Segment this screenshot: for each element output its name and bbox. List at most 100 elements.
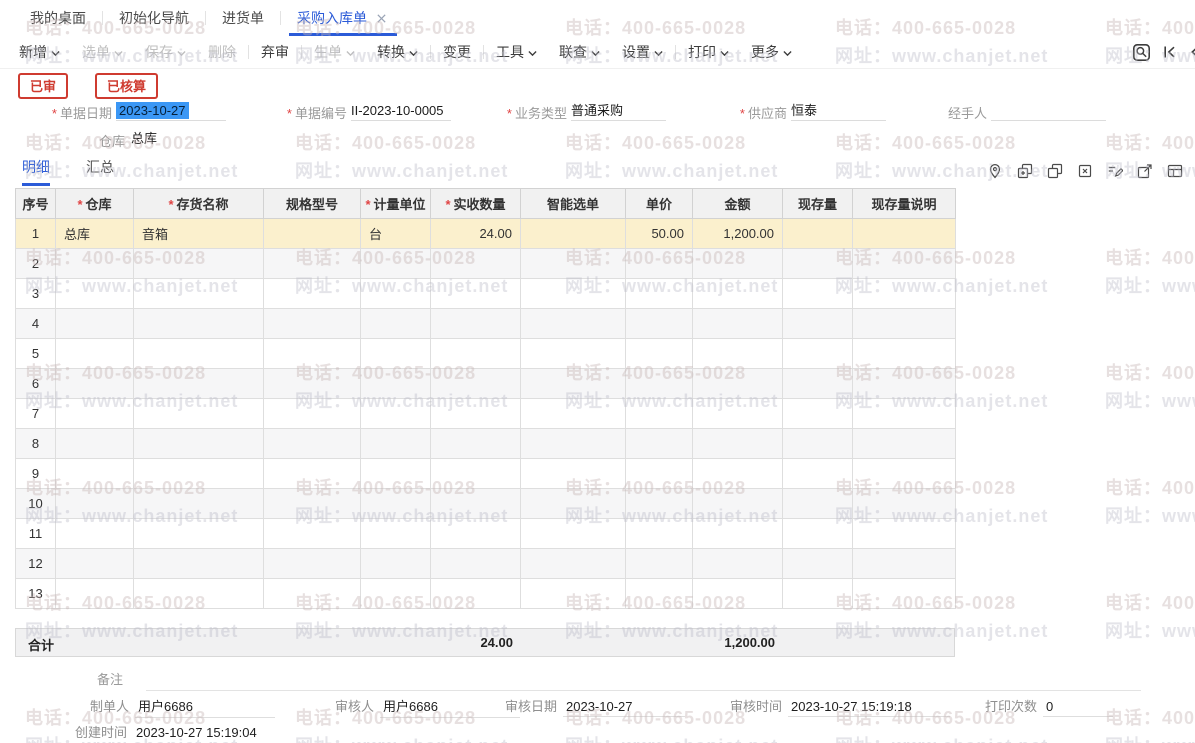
cell-amount[interactable]: [693, 309, 783, 339]
cell-spec[interactable]: [264, 369, 361, 399]
cell-spec[interactable]: [264, 279, 361, 309]
toolbar-item-save[interactable]: 保存: [145, 42, 186, 62]
cell-seq[interactable]: 12: [16, 549, 56, 579]
cell-smart[interactable]: [521, 519, 626, 549]
cell-stocknote[interactable]: [853, 519, 956, 549]
cell-item[interactable]: [134, 459, 264, 489]
cell-wh[interactable]: [56, 399, 134, 429]
cell-stock[interactable]: [783, 549, 853, 579]
cell-smart[interactable]: [521, 549, 626, 579]
cell-stock[interactable]: [783, 339, 853, 369]
cell-stock[interactable]: [783, 519, 853, 549]
cell-wh[interactable]: 总库: [56, 219, 134, 249]
cell-unit[interactable]: [361, 549, 431, 579]
cell-stock[interactable]: [783, 369, 853, 399]
toolbar-item-change[interactable]: 变更: [443, 42, 471, 62]
cell-price[interactable]: [626, 429, 693, 459]
cell-stocknote[interactable]: [853, 219, 956, 249]
cell-smart[interactable]: [521, 249, 626, 279]
cell-wh[interactable]: [56, 549, 134, 579]
cell-price[interactable]: [626, 399, 693, 429]
cell-unit[interactable]: [361, 399, 431, 429]
cell-stock[interactable]: [783, 399, 853, 429]
cell-smart[interactable]: [521, 219, 626, 249]
cell-amount[interactable]: [693, 489, 783, 519]
cell-stocknote[interactable]: [853, 249, 956, 279]
cell-amount[interactable]: [693, 429, 783, 459]
cell-wh[interactable]: [56, 429, 134, 459]
cell-spec[interactable]: [264, 549, 361, 579]
cell-seq[interactable]: 2: [16, 249, 56, 279]
cell-amount[interactable]: [693, 279, 783, 309]
cell-amount[interactable]: [693, 249, 783, 279]
cell-wh[interactable]: [56, 249, 134, 279]
toolbar-item-more[interactable]: 更多: [751, 42, 792, 62]
cell-seq[interactable]: 11: [16, 519, 56, 549]
cell-stocknote[interactable]: [853, 399, 956, 429]
remark-input[interactable]: [146, 668, 1141, 691]
field-supplier[interactable]: 恒泰: [791, 101, 886, 121]
cell-price[interactable]: 50.00: [626, 219, 693, 249]
cell-unit[interactable]: [361, 459, 431, 489]
cell-stock[interactable]: [783, 249, 853, 279]
cell-wh[interactable]: [56, 489, 134, 519]
cell-wh[interactable]: [56, 519, 134, 549]
cell-item[interactable]: 音箱: [134, 219, 264, 249]
cell-price[interactable]: [626, 279, 693, 309]
cell-stock[interactable]: [783, 489, 853, 519]
cell-stock[interactable]: [783, 279, 853, 309]
cell-qty[interactable]: [431, 309, 521, 339]
cell-qty[interactable]: [431, 249, 521, 279]
cell-qty[interactable]: [431, 369, 521, 399]
field-warehouse[interactable]: 总库: [131, 129, 241, 149]
cell-spec[interactable]: [264, 519, 361, 549]
cell-spec[interactable]: [264, 339, 361, 369]
cell-amount[interactable]: [693, 459, 783, 489]
toolbar-item-convert[interactable]: 转换: [377, 42, 418, 62]
cell-smart[interactable]: [521, 459, 626, 489]
cell-smart[interactable]: [521, 579, 626, 609]
toolbar-item-tools[interactable]: 工具: [496, 42, 537, 62]
subtab-summary[interactable]: 汇总: [86, 157, 114, 186]
cell-wh[interactable]: [56, 369, 134, 399]
cell-smart[interactable]: [521, 429, 626, 459]
cell-wh[interactable]: [56, 339, 134, 369]
cell-price[interactable]: [626, 339, 693, 369]
cell-seq[interactable]: 5: [16, 339, 56, 369]
cell-qty[interactable]: [431, 519, 521, 549]
cell-item[interactable]: [134, 369, 264, 399]
cell-amount[interactable]: [693, 519, 783, 549]
cell-amount[interactable]: [693, 579, 783, 609]
prev-record-icon-button[interactable]: [1188, 44, 1195, 60]
cell-unit[interactable]: 台: [361, 219, 431, 249]
cell-stock[interactable]: [783, 309, 853, 339]
cell-unit[interactable]: [361, 339, 431, 369]
cell-stock[interactable]: [783, 429, 853, 459]
cell-stocknote[interactable]: [853, 369, 956, 399]
cell-unit[interactable]: [361, 249, 431, 279]
cell-qty[interactable]: [431, 579, 521, 609]
cell-spec[interactable]: [264, 429, 361, 459]
cell-unit[interactable]: [361, 369, 431, 399]
cell-seq[interactable]: 9: [16, 459, 56, 489]
cell-stocknote[interactable]: [853, 309, 956, 339]
cell-item[interactable]: [134, 429, 264, 459]
cell-amount[interactable]: [693, 549, 783, 579]
cell-unit[interactable]: [361, 519, 431, 549]
cell-qty[interactable]: [431, 399, 521, 429]
cell-price[interactable]: [626, 489, 693, 519]
cell-amount[interactable]: [693, 399, 783, 429]
cell-item[interactable]: [134, 489, 264, 519]
toolbar-item-print[interactable]: 打印: [688, 42, 729, 62]
tab-close-icon[interactable]: [376, 13, 387, 24]
cell-item[interactable]: [134, 579, 264, 609]
cell-unit[interactable]: [361, 279, 431, 309]
cell-stocknote[interactable]: [853, 429, 956, 459]
toolbar-item-link-query[interactable]: 联查: [559, 42, 600, 62]
toolbar-item-delete[interactable]: 删除: [208, 42, 236, 62]
cell-qty[interactable]: [431, 549, 521, 579]
tab-purchase-order[interactable]: 进货单: [206, 0, 280, 36]
cell-spec[interactable]: [264, 459, 361, 489]
cell-smart[interactable]: [521, 339, 626, 369]
cell-price[interactable]: [626, 579, 693, 609]
